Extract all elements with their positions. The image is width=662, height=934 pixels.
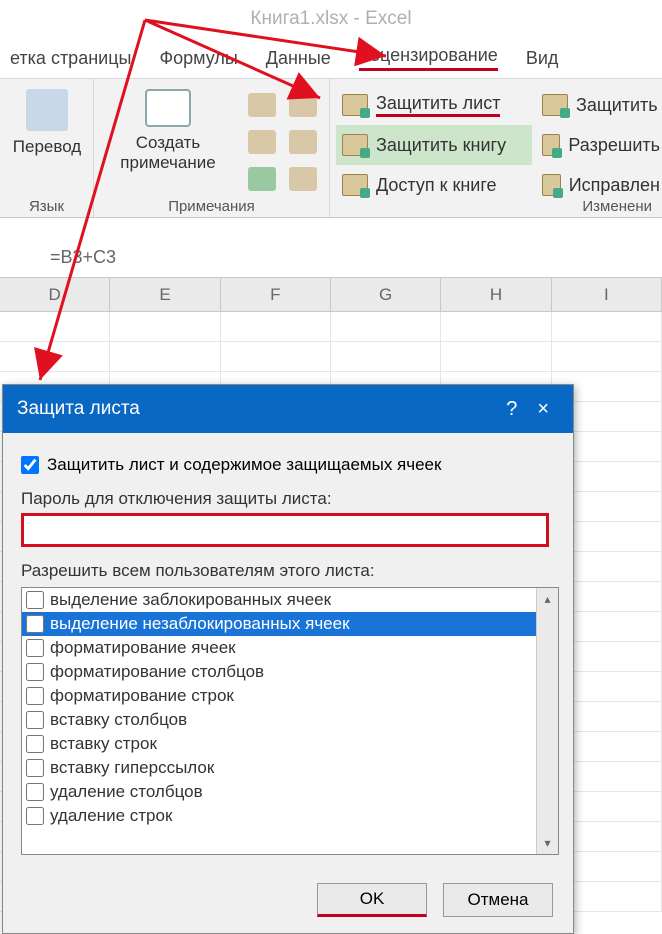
col-header[interactable]: G	[331, 278, 441, 311]
ribbon-small-icon-4[interactable]	[289, 130, 317, 154]
protect-sheet-label: Защитить лист	[376, 93, 500, 117]
ribbon-small-icon-3[interactable]	[248, 130, 276, 154]
perm-checkbox[interactable]	[26, 591, 44, 609]
perm-item-label: форматирование ячеек	[50, 638, 236, 658]
comment-icon	[145, 89, 191, 127]
translate-button[interactable]: Перевод	[10, 89, 84, 157]
column-headers: D E F G H I	[0, 278, 662, 312]
permissions-label: Разрешить всем пользователям этого листа…	[21, 561, 555, 581]
protect-sheet-dialog: Защита листа ? × Защитить лист и содержи…	[2, 384, 574, 934]
permissions-list[interactable]: выделение заблокированных ячеек выделени…	[21, 587, 559, 855]
protect-book-label: Защитить книгу	[376, 135, 506, 156]
perm-item-label: форматирование столбцов	[50, 662, 264, 682]
perm-checkbox[interactable]	[26, 663, 44, 681]
formula-input[interactable]	[50, 244, 640, 270]
perm-checkbox[interactable]	[26, 615, 44, 633]
cancel-button[interactable]: Отмена	[443, 883, 553, 917]
protect-and-button[interactable]: Защитить	[536, 85, 662, 125]
ribbon-tabs: етка страницы Формулы Данные Рецензирова…	[0, 42, 662, 74]
ribbon-small-icon-6[interactable]	[289, 167, 317, 191]
perm-checkbox[interactable]	[26, 783, 44, 801]
ribbon: Перевод Язык Создать примечание Примечан…	[0, 78, 662, 218]
perm-item-label: выделение незаблокированных ячеек	[50, 614, 350, 634]
perm-checkbox[interactable]	[26, 711, 44, 729]
group-changes-label: Изменени	[330, 198, 662, 215]
perm-item-label: вставку строк	[50, 734, 157, 754]
perm-checkbox[interactable]	[26, 735, 44, 753]
protect-book-icon	[342, 134, 368, 156]
allow-button[interactable]: Разрешить	[536, 125, 662, 165]
perm-item-label: выделение заблокированных ячеек	[50, 590, 331, 610]
app-title: Книга1.xlsx - Excel	[0, 8, 662, 30]
ok-button[interactable]: OK	[317, 883, 427, 917]
tab-pagelayout[interactable]: етка страницы	[10, 48, 131, 69]
close-icon[interactable]: ×	[527, 398, 559, 421]
allow-label: Разрешить	[568, 135, 660, 156]
perm-item-label: вставку гиперссылок	[50, 758, 214, 778]
translate-icon	[26, 89, 68, 131]
protect-and-label: Защитить	[576, 95, 658, 116]
protect-contents-label: Защитить лист и содержимое защищаемых яч…	[47, 455, 441, 475]
perm-item-label: форматирование строк	[50, 686, 234, 706]
protect-and-icon	[542, 94, 568, 116]
group-comments-label: Примечания	[94, 198, 329, 215]
dialog-title: Защита листа	[17, 398, 140, 420]
help-icon[interactable]: ?	[496, 398, 527, 421]
fixes-icon	[542, 174, 561, 196]
col-header[interactable]: F	[221, 278, 331, 311]
allow-icon	[542, 134, 560, 156]
group-language-label: Язык	[0, 198, 93, 215]
perm-checkbox[interactable]	[26, 807, 44, 825]
ribbon-small-icon-2[interactable]	[289, 93, 317, 117]
protect-book-button[interactable]: Защитить книгу	[336, 125, 532, 165]
fixes-label: Исправлен	[569, 175, 660, 196]
translate-label: Перевод	[13, 137, 81, 156]
list-scrollbar[interactable]: ▴ ▾	[536, 588, 558, 854]
tab-review[interactable]: Рецензирование	[359, 45, 498, 71]
perm-item-label: удаление столбцов	[50, 782, 203, 802]
protect-sheet-icon	[342, 94, 368, 116]
perm-checkbox[interactable]	[26, 759, 44, 777]
share-book-icon	[342, 174, 368, 196]
col-header[interactable]: I	[552, 278, 662, 311]
new-comment-label: Создать примечание	[120, 133, 215, 172]
password-input[interactable]	[21, 513, 549, 547]
protect-sheet-button[interactable]: Защитить лист	[336, 85, 532, 125]
tab-view[interactable]: Вид	[526, 48, 559, 69]
perm-item-label: удаление строк	[50, 806, 172, 826]
tab-data[interactable]: Данные	[266, 48, 331, 69]
col-header[interactable]: E	[110, 278, 220, 311]
ribbon-small-icon-5[interactable]	[248, 167, 276, 191]
scroll-up-icon[interactable]: ▴	[537, 588, 558, 610]
ribbon-small-icon-1[interactable]	[248, 93, 276, 117]
col-header[interactable]: H	[441, 278, 551, 311]
new-comment-button[interactable]: Создать примечание	[108, 89, 228, 173]
perm-checkbox[interactable]	[26, 687, 44, 705]
perm-item-label: вставку столбцов	[50, 710, 187, 730]
perm-checkbox[interactable]	[26, 639, 44, 657]
share-book-label: Доступ к книге	[376, 175, 497, 196]
scroll-down-icon[interactable]: ▾	[537, 832, 558, 854]
formula-bar	[0, 218, 662, 278]
tab-formulas[interactable]: Формулы	[159, 48, 237, 69]
dialog-titlebar[interactable]: Защита листа ? ×	[3, 385, 573, 433]
protect-contents-checkbox[interactable]	[21, 456, 39, 474]
password-label: Пароль для отключения защиты листа:	[21, 489, 555, 509]
col-header[interactable]: D	[0, 278, 110, 311]
